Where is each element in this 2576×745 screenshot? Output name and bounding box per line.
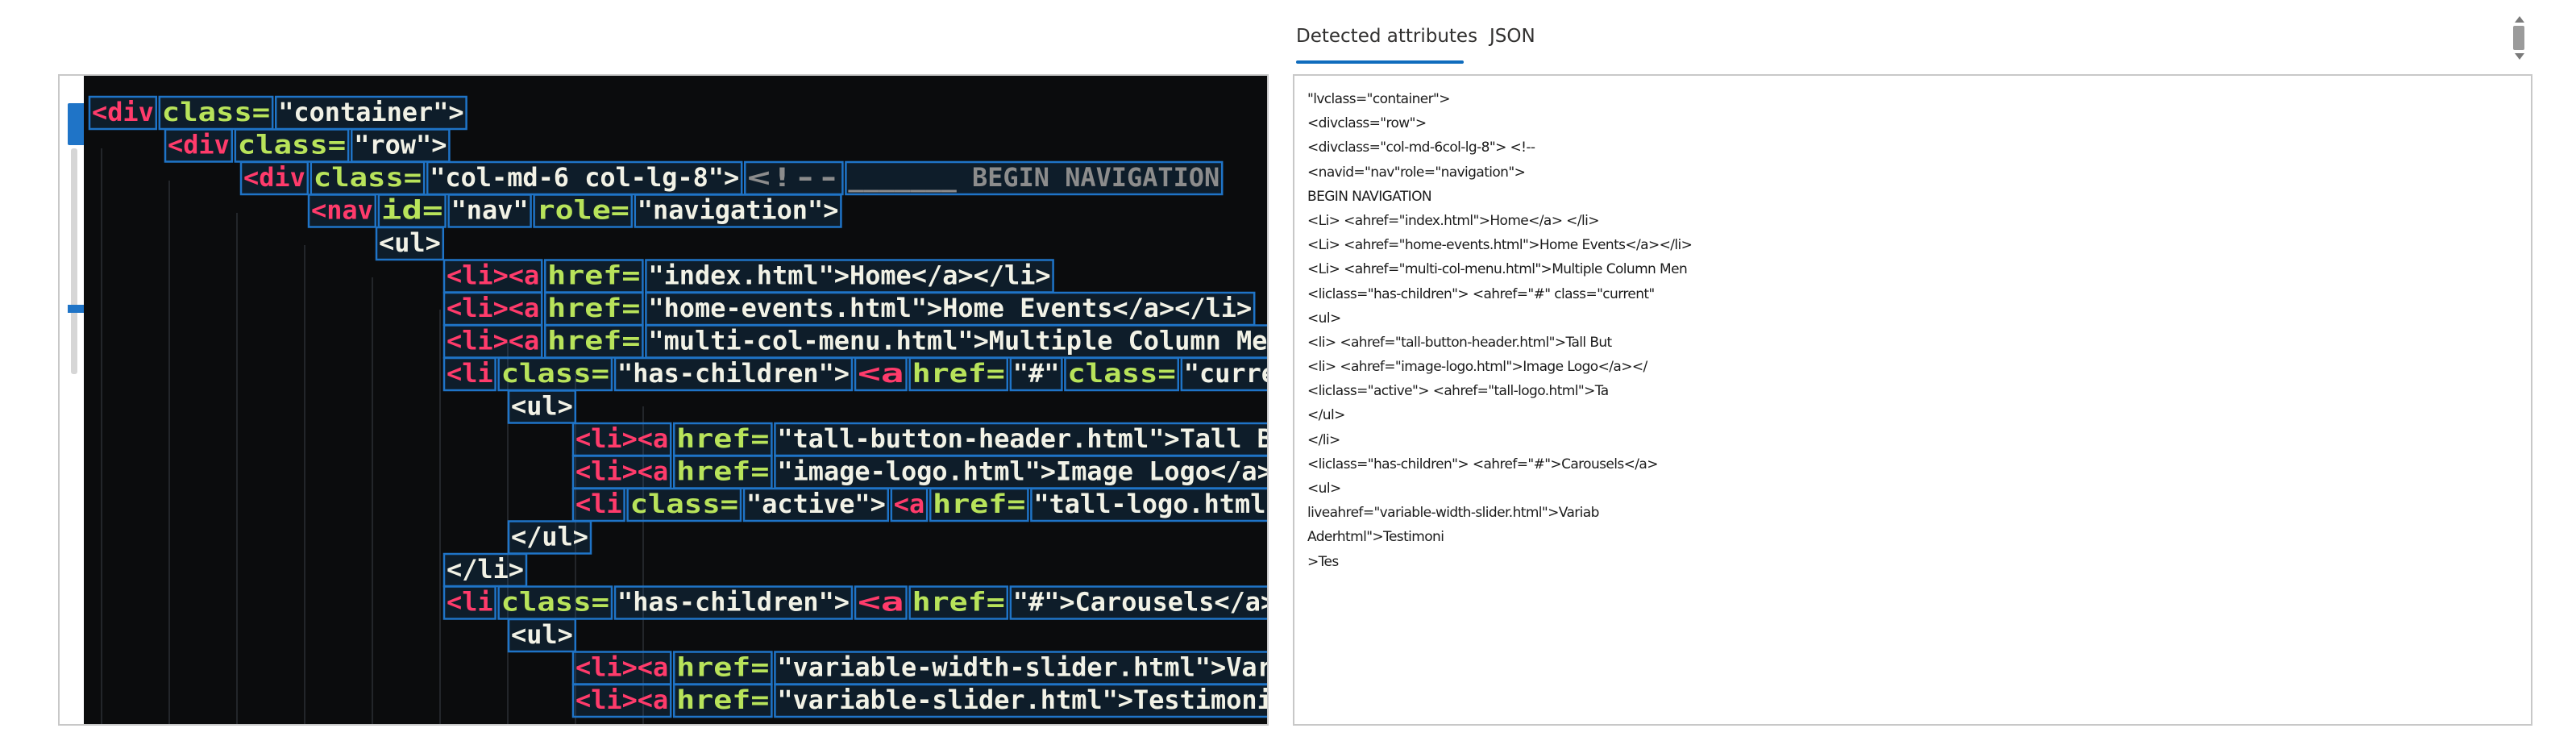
code-token: <div [243, 162, 305, 193]
zoom-handle-top[interactable] [68, 103, 85, 145]
code-token: <li><a [447, 326, 539, 356]
attribute-line: BEGIN NAVIGATION [1307, 188, 1432, 205]
zoom-handle-mid[interactable] [68, 305, 85, 313]
page-scrollbar[interactable] [2512, 16, 2526, 60]
attribute-line: <liclass="has-children"> <ahref="#">Caro… [1307, 456, 1658, 472]
code-token: class= [162, 97, 270, 127]
code-token: "tall-logo.html">Tall [1033, 489, 1269, 519]
attribute-line: </li> [1307, 431, 1340, 448]
attribute-line: <ul> [1307, 481, 1341, 497]
code-token: href= [676, 456, 769, 487]
code-token: <ul> [511, 619, 573, 650]
code-token: "navigation"> [638, 195, 839, 226]
attribute-line: <ul> [1307, 310, 1341, 327]
code-token: "current"> [1184, 358, 1269, 389]
attribute-line: <liclass="active"> <ahref="tall-logo.htm… [1307, 383, 1609, 400]
code-token: class= [1067, 358, 1175, 389]
code-token: class= [238, 130, 346, 160]
attribute-line: <divclass="col-md-6col-lg-8"> <!-- [1307, 139, 1535, 156]
code-token: role= [537, 195, 629, 226]
code-token: <nav [311, 195, 373, 226]
code-token: <a [858, 587, 904, 618]
code-token: href= [676, 685, 769, 715]
scroll-down-arrow-icon[interactable] [2515, 53, 2524, 60]
code-token: "tall-button-header.html">Tall Button [777, 423, 1269, 454]
attribute-line: <Li> <ahref="home-events.html">Home Even… [1307, 237, 1693, 254]
detected-attributes-panel: "lvclass="container"> <divclass="row"> <di… [1293, 74, 2532, 726]
code-token: "#">Carousels</a> [1013, 587, 1269, 618]
code-token: <a [894, 489, 924, 519]
code-token: id= [381, 195, 443, 226]
code-token: </li> [447, 554, 524, 585]
code-token: "variable-slider.html">Testimonials [777, 685, 1269, 715]
code-token: class= [314, 162, 422, 193]
code-token: "active"> [746, 489, 886, 519]
code-token: <ul> [511, 391, 573, 422]
code-token: href= [547, 260, 640, 291]
code-token: href= [547, 293, 640, 323]
code-token: "container"> [278, 97, 463, 127]
attribute-line: "lvclass="container"> [1307, 91, 1450, 107]
code-token: <li><a [447, 293, 539, 323]
code-token: <li><a [575, 685, 668, 715]
code-token: class= [630, 489, 738, 519]
code-token: href= [912, 358, 1005, 389]
code-token: <li><a [575, 652, 668, 683]
code-token: <li [447, 358, 493, 389]
code-token: <ul> [379, 227, 441, 258]
code-image-canvas: <div class= "container"><div class= "row">… [88, 95, 1269, 724]
code-token: <li><a [447, 260, 539, 291]
active-tab-indicator [1296, 60, 1464, 64]
detected-attributes-list: "lvclass="container"> <divclass="row"> <di… [1307, 87, 1693, 574]
image-preview-panel: <div class= "container"> <div class= "row">… [58, 74, 1269, 726]
code-token: "image-logo.html">Image Logo</a></li> [777, 456, 1269, 487]
code-token: class= [501, 358, 609, 389]
tab-json[interactable]: JSON [1490, 26, 1535, 47]
attribute-line: Aderhtml">Testimoni [1307, 529, 1444, 546]
code-token: <div [92, 97, 154, 127]
code-token: "variable-width-slider.html">Variable [777, 652, 1269, 683]
code-token: href= [547, 326, 640, 356]
scroll-up-arrow-icon[interactable] [2515, 16, 2524, 23]
code-token: "row"> [354, 130, 447, 160]
attribute-line: liveahref="variable-width-slider.html">V… [1307, 505, 1599, 522]
code-token: <li><a [575, 423, 668, 454]
attribute-line: <Li> <ahref="multi-col-menu.html">Multip… [1307, 261, 1688, 278]
code-token: href= [912, 587, 1005, 618]
code-token: href= [676, 652, 769, 683]
code-token: <li [575, 489, 622, 519]
attribute-line: <divclass="row"> [1307, 115, 1427, 132]
code-token: class= [501, 587, 609, 618]
code-token: href= [933, 489, 1025, 519]
attribute-line: </ul> [1307, 407, 1345, 424]
code-screenshot-image: <div class= "container"> <div class= "row">… [84, 76, 1269, 724]
code-token: <li><a [575, 456, 668, 487]
attribute-line: <navid="nav"role="navigation"> [1307, 164, 1526, 181]
zoom-slider-track[interactable] [71, 148, 77, 374]
attribute-line: <Li> <ahref="index.html">Home</a> </li> [1307, 212, 1599, 229]
code-token: <a [858, 358, 904, 389]
code-token: "#" [1013, 358, 1060, 389]
code-token: "col-md-6 col-lg-8"> [430, 162, 739, 193]
attribute-line: <li> <ahref="tall-button-header.html">Ta… [1307, 334, 1612, 351]
code-token: "home-events.html">Home Events</a></li> [648, 293, 1252, 323]
code-token: <div [168, 130, 230, 160]
attribute-line: <li> <ahref="image-logo.html">Image Logo… [1307, 359, 1647, 376]
zoom-slider[interactable] [68, 92, 85, 431]
code-token: href= [676, 423, 769, 454]
tab-detected-attributes[interactable]: Detected attributes [1296, 26, 1477, 47]
code-token: "nav" [451, 195, 529, 226]
attribute-line: >Tes [1307, 553, 1339, 570]
attribute-line: <liclass="has-children"> <ahref="#" clas… [1307, 285, 1655, 302]
code-token: "index.html">Home</a></li> [648, 260, 1050, 291]
code-token: <li [447, 587, 493, 618]
code-token: <!-- [747, 162, 840, 193]
code-token: _______ BEGIN NAVIGATION [848, 162, 1219, 193]
code-token: </ul> [511, 522, 588, 552]
code-token: "has-children"> [617, 358, 850, 389]
code-token: "has-children"> [617, 587, 850, 618]
scroll-thumb[interactable] [2513, 26, 2524, 50]
code-token: "multi-col-menu.html">Multiple Column Me… [648, 326, 1269, 356]
